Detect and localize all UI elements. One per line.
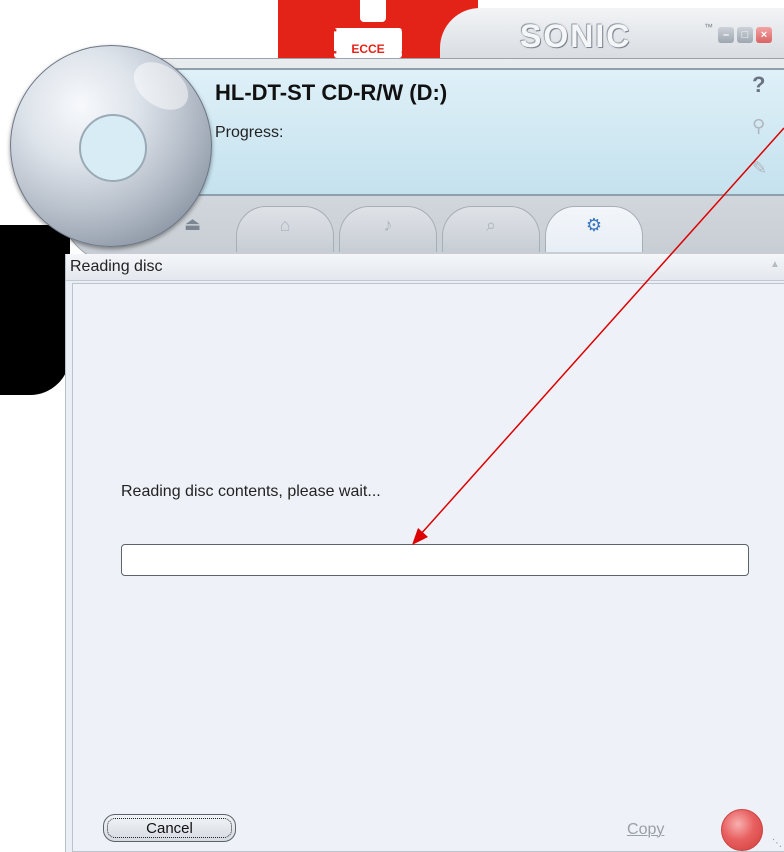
reading-disc-panel: Reading disc Reading disc contents, plea… [65,254,784,852]
tab-music[interactable]: ♪ [339,206,437,252]
background-shape [0,225,70,395]
copy-button-mnemonic: C [627,821,639,838]
banner-notch [360,0,386,22]
panel-title: Reading disc [70,258,163,275]
speech-icon: ⌕ [485,215,497,235]
logo-bracket-right: ] [401,24,410,54]
progress-label: Progress: [215,124,284,141]
eject-icon[interactable]: ⏏ [184,214,201,235]
ecce-logo-text: ECCE [351,42,385,56]
tab-home[interactable]: ⌂ [236,206,334,252]
tab-speech[interactable]: ⌕ [442,206,540,252]
trademark: ™ [704,22,713,32]
drive-name: HL-DT-ST CD-R/W (D:) [215,80,448,105]
logo-bracket-left: [ [328,24,337,54]
zoom-icon[interactable]: ⚲ [752,116,765,137]
disc-icon [10,45,212,247]
minimize-button[interactable]: – [718,27,734,43]
copy-button[interactable]: Copy [627,821,664,839]
music-icon: ♪ [383,215,393,235]
dialog-content: Reading disc contents, please wait... Ca… [72,283,784,852]
scroll-up-icon[interactable]: ▲ [770,259,780,270]
status-message: Reading disc contents, please wait... [121,483,381,500]
disc-hub [79,114,147,182]
ecce-logo: [ ECCE ] [328,24,410,58]
house-icon: ⌂ [279,215,291,235]
panel-header: Reading disc [66,254,784,281]
edit-icon[interactable]: ✎ [752,158,767,179]
cancel-button[interactable]: Cancel [103,814,236,842]
record-button[interactable] [721,809,763,851]
copy-button-label: opy [638,821,665,838]
maximize-button[interactable]: □ [737,27,753,43]
help-icon[interactable]: ? [752,72,765,98]
copy-disc-icon: ⚙ [585,215,603,235]
resize-grip-icon[interactable]: ⋱ [772,838,782,849]
sonic-logo: SONIC [520,18,632,54]
close-button[interactable]: × [756,27,772,43]
tab-copy-disc[interactable]: ⚙ [545,206,643,252]
progress-bar [121,544,749,576]
